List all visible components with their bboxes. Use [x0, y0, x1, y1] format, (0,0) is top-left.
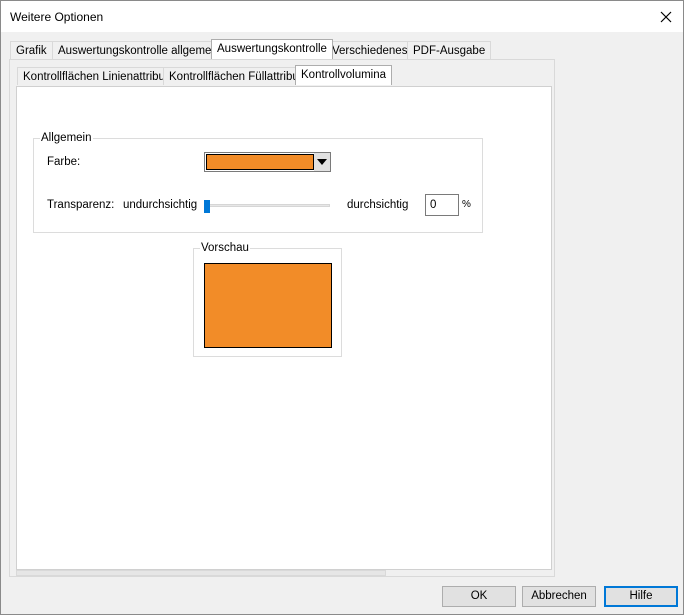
close-button[interactable] — [649, 1, 683, 32]
general-group-legend: Allgemein — [41, 132, 92, 144]
slider-thumb[interactable] — [204, 200, 210, 213]
color-swatch — [206, 154, 314, 170]
tab-kontrollflaechen-fuellattribut[interactable]: Kontrollflächen Füllattribut — [163, 67, 308, 85]
help-button[interactable]: Hilfe — [604, 586, 678, 607]
dialog-window: Weitere Optionen Grafik Auswertungskontr… — [0, 0, 684, 615]
opaque-label: undurchsichtig — [123, 199, 198, 211]
tab-kontrollflaechen-linienattribut[interactable]: Kontrollflächen Linienattribut — [17, 67, 175, 85]
percent-label: % — [462, 199, 471, 210]
window-title: Weitere Optionen — [10, 10, 104, 24]
preview-group-legend: Vorschau — [201, 242, 249, 254]
tab-pdf-ausgabe[interactable]: PDF-Ausgabe — [407, 41, 492, 59]
ok-button[interactable]: OK — [442, 586, 516, 607]
color-label: Farbe: — [47, 156, 81, 168]
transparent-label: durchsichtig — [347, 199, 409, 211]
title-bar: Weitere Optionen — [1, 1, 683, 32]
horizontal-scrollbar[interactable] — [16, 570, 386, 576]
transparency-label: Transparenz: — [47, 199, 115, 211]
color-dropdown[interactable] — [204, 152, 331, 172]
slider-track — [204, 204, 330, 207]
chevron-down-icon — [317, 159, 327, 165]
tab-kontrollvolumina[interactable]: Kontrollvolumina — [295, 65, 393, 85]
tab-auswertungskontrolle[interactable]: Auswertungskontrolle — [211, 39, 333, 59]
tab-auswertungskontrolle-allgemein[interactable]: Auswertungskontrolle allgemein — [52, 41, 227, 59]
close-icon — [660, 11, 672, 22]
preview-swatch — [204, 263, 332, 348]
dropdown-arrow[interactable] — [314, 153, 330, 171]
transparency-slider[interactable] — [204, 198, 331, 216]
cancel-button[interactable]: Abbrechen — [522, 586, 596, 607]
transparency-input[interactable] — [425, 194, 459, 216]
tab-verschiedenes[interactable]: Verschiedenes — [326, 41, 414, 59]
general-group: Allgemein — [33, 132, 483, 233]
tab-grafik[interactable]: Grafik — [10, 41, 53, 59]
